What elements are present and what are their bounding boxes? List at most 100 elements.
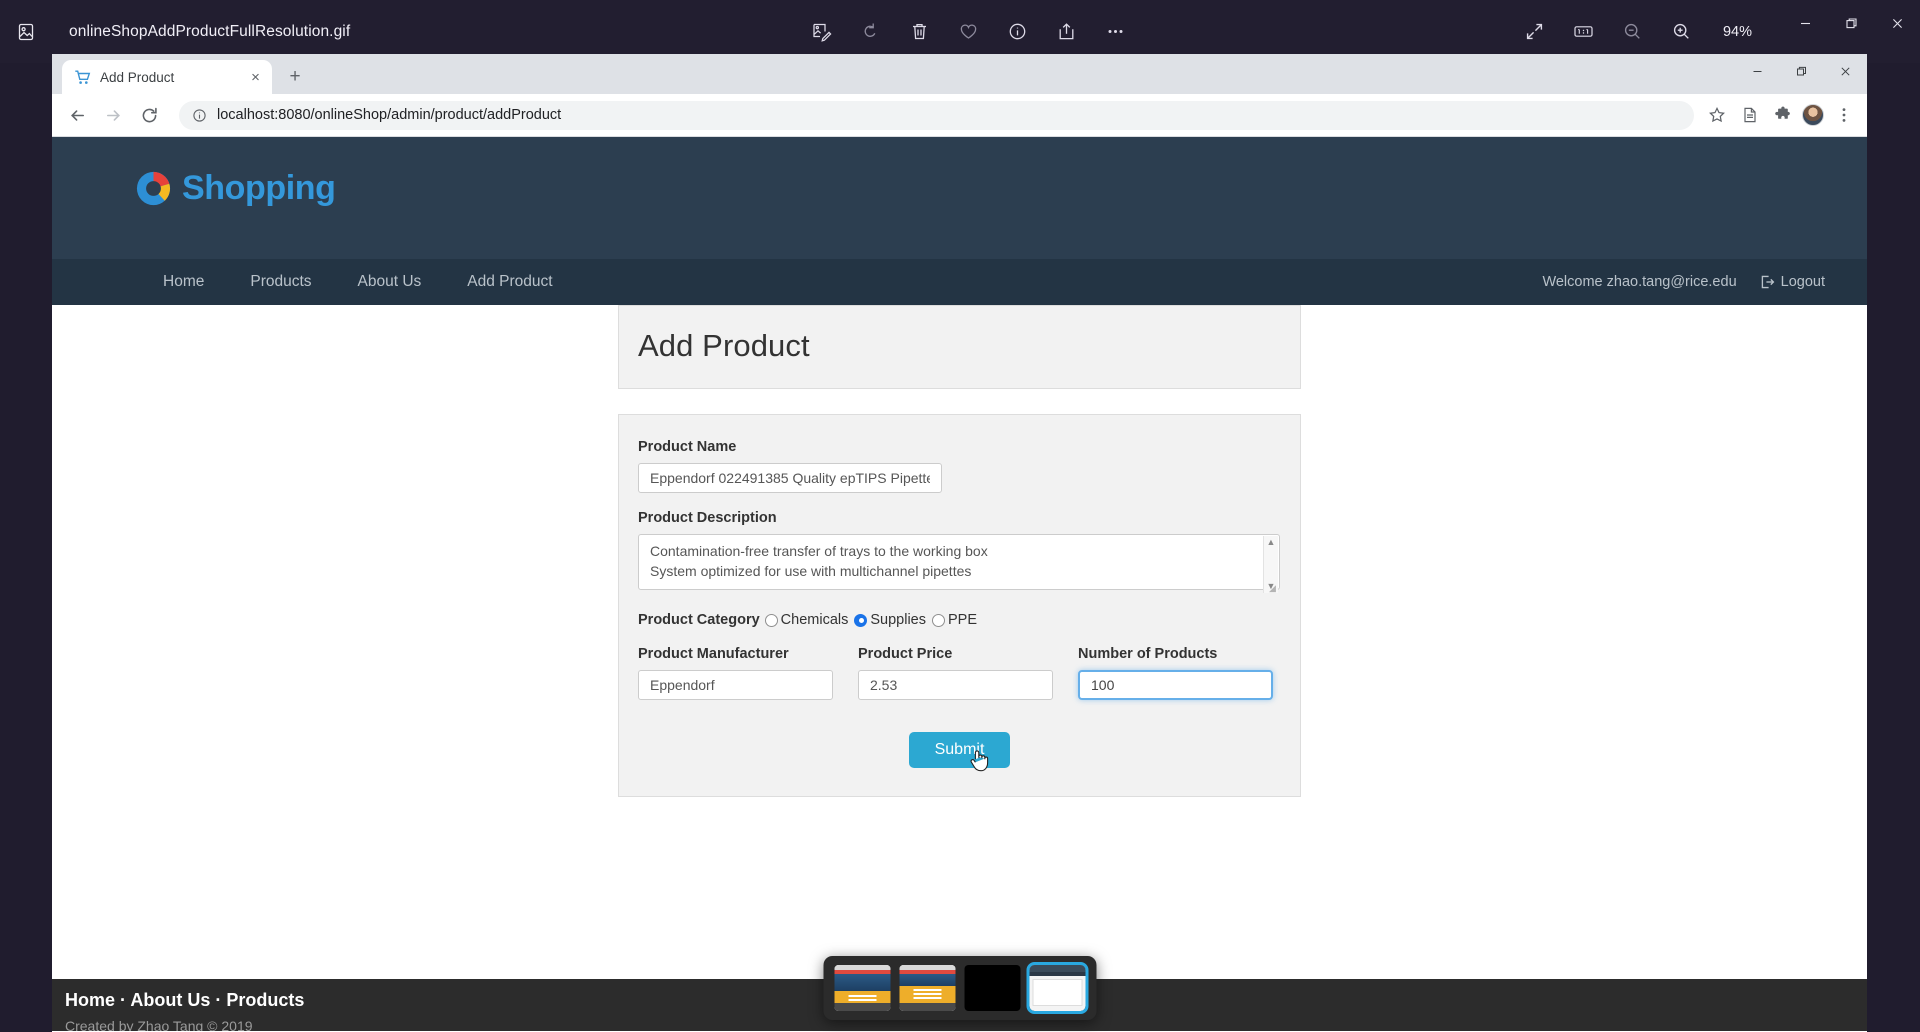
product-price-input[interactable] (858, 670, 1053, 700)
extensions-icon[interactable] (1769, 102, 1796, 129)
logout-icon (1761, 275, 1774, 289)
browser-maximize-button[interactable] (1779, 54, 1823, 88)
filmstrip-frame-4[interactable] (1026, 962, 1089, 1014)
collection-icon[interactable] (0, 0, 52, 63)
product-category-group: Product Category Chemicals Supplies PPE (638, 612, 1281, 628)
edit-image-icon[interactable] (810, 20, 833, 43)
nav-links: Home Products About Us Add Product (140, 273, 576, 291)
bookmark-star-icon[interactable] (1703, 102, 1730, 129)
nav-item-add-product[interactable]: Add Product (444, 273, 575, 291)
back-icon[interactable] (62, 100, 93, 131)
number-of-products-label: Number of Products (1078, 646, 1218, 662)
address-bar[interactable]: localhost:8080/onlineShop/admin/product/… (179, 100, 1694, 130)
tab-close-icon[interactable]: × (247, 69, 264, 86)
radio-chemicals[interactable]: Chemicals (764, 612, 849, 628)
product-price-group: Product Price (858, 646, 1053, 700)
reading-list-icon[interactable] (1736, 102, 1763, 129)
rotate-icon[interactable] (859, 20, 882, 43)
browser-window-controls (1735, 54, 1867, 88)
product-description-label: Product Description (638, 510, 777, 526)
number-of-products-group: Number of Products (1078, 646, 1273, 700)
browser-close-button[interactable] (1823, 54, 1867, 88)
photos-viewer-window: onlineShopAddProductFullResolution.gif 9… (0, 0, 1920, 1032)
gif-frame-filmstrip[interactable] (823, 956, 1097, 1020)
restore-button[interactable] (1828, 0, 1874, 47)
product-price-label: Product Price (858, 646, 953, 662)
page-title: Add Product (638, 328, 810, 363)
share-icon[interactable] (1055, 20, 1078, 43)
web-page: Shopping Home Products About Us Add Prod… (52, 137, 1867, 1031)
product-description-group: Product Description ▲ ▼ ◢ (638, 510, 1281, 595)
page-title-panel: Add Product (618, 305, 1301, 389)
browser-tab-title: Add Product (100, 69, 175, 85)
radio-supplies-dot[interactable] (854, 613, 868, 627)
browser-tab[interactable]: Add Product × (62, 60, 272, 94)
radio-supplies-label: Supplies (870, 612, 926, 628)
browser-minimize-button[interactable] (1735, 54, 1779, 88)
shopping-logo-icon (136, 171, 171, 206)
site-header: Shopping (52, 137, 1867, 259)
nav-user-area: Welcome zhao.tang@rice.edu Logout (1542, 259, 1825, 305)
product-manufacturer-group: Product Manufacturer (638, 646, 833, 700)
photos-filename: onlineShopAddProductFullResolution.gif (69, 22, 351, 40)
site-navbar: Home Products About Us Add Product Welco… (52, 259, 1867, 305)
delete-icon[interactable] (908, 20, 931, 43)
radio-ppe-dot[interactable] (931, 613, 945, 627)
add-product-form: Product Name Product Description ▲ ▼ ◢ (618, 414, 1301, 797)
nav-item-about-us[interactable]: About Us (335, 273, 445, 291)
page-content: Add Product Product Name Product Descrip… (52, 305, 1867, 965)
profile-avatar[interactable] (1802, 104, 1824, 126)
zoom-out-icon[interactable] (1621, 20, 1644, 43)
product-description-input[interactable] (638, 534, 1280, 590)
minimize-button[interactable] (1782, 0, 1828, 47)
zoom-level-label: 94% (1722, 23, 1752, 40)
product-name-label: Product Name (638, 439, 737, 455)
logout-label: Logout (1780, 274, 1825, 290)
number-of-products-input[interactable] (1078, 670, 1273, 700)
info-icon[interactable] (1006, 20, 1029, 43)
url-text: localhost:8080/onlineShop/admin/product/… (217, 107, 562, 123)
filmstrip-frame-1[interactable] (834, 965, 891, 1011)
radio-supplies[interactable]: Supplies (854, 612, 926, 628)
submit-row: Submit (638, 732, 1281, 772)
welcome-message: Welcome zhao.tang@rice.edu (1542, 274, 1737, 290)
product-name-input[interactable] (638, 463, 942, 493)
product-name-group: Product Name (638, 439, 1281, 493)
zoom-in-icon[interactable] (1670, 20, 1693, 43)
forward-icon[interactable] (98, 100, 129, 131)
scroll-up-icon[interactable]: ▲ (1267, 538, 1276, 547)
nav-item-home[interactable]: Home (140, 273, 227, 291)
browser-toolbar-right (1703, 102, 1857, 129)
radio-ppe-label: PPE (947, 612, 977, 628)
site-info-icon[interactable] (192, 108, 207, 123)
submit-button[interactable]: Submit (908, 732, 1011, 768)
favorite-icon[interactable] (957, 20, 980, 43)
close-button[interactable] (1874, 0, 1920, 47)
shopping-cart-icon (75, 70, 91, 84)
reload-icon[interactable] (134, 100, 165, 131)
radio-chemicals-label: Chemicals (780, 612, 849, 628)
nav-item-products[interactable]: Products (227, 273, 334, 291)
new-tab-button[interactable]: + (280, 62, 310, 92)
actual-size-icon[interactable] (1572, 20, 1595, 43)
product-category-label: Product Category (638, 612, 760, 628)
browser-tabstrip: Add Product × + (52, 54, 1867, 94)
filmstrip-frame-2[interactable] (899, 965, 956, 1011)
product-manufacturer-label: Product Manufacturer (638, 646, 789, 662)
fullscreen-icon[interactable] (1523, 20, 1546, 43)
chrome-menu-icon[interactable] (1830, 102, 1857, 129)
form-row-details: Product Manufacturer Product Price Numbe… (638, 646, 1281, 700)
product-manufacturer-input[interactable] (638, 670, 833, 700)
more-options-icon[interactable] (1104, 20, 1127, 43)
logout-link[interactable]: Logout (1759, 274, 1825, 290)
mouse-cursor-pointer (970, 750, 988, 772)
site-logo-text: Shopping (182, 169, 336, 207)
photos-window-controls (1782, 0, 1920, 47)
textarea-resize-handle[interactable]: ◢ (1267, 583, 1278, 594)
displayed-image: Add Product × + localhost:8080/onlineSho… (52, 54, 1867, 1032)
radio-ppe[interactable]: PPE (931, 612, 977, 628)
radio-chemicals-dot[interactable] (764, 613, 778, 627)
filmstrip-frame-3[interactable] (964, 965, 1021, 1011)
site-logo[interactable]: Shopping (134, 169, 336, 208)
browser-toolbar: localhost:8080/onlineShop/admin/product/… (52, 94, 1867, 137)
